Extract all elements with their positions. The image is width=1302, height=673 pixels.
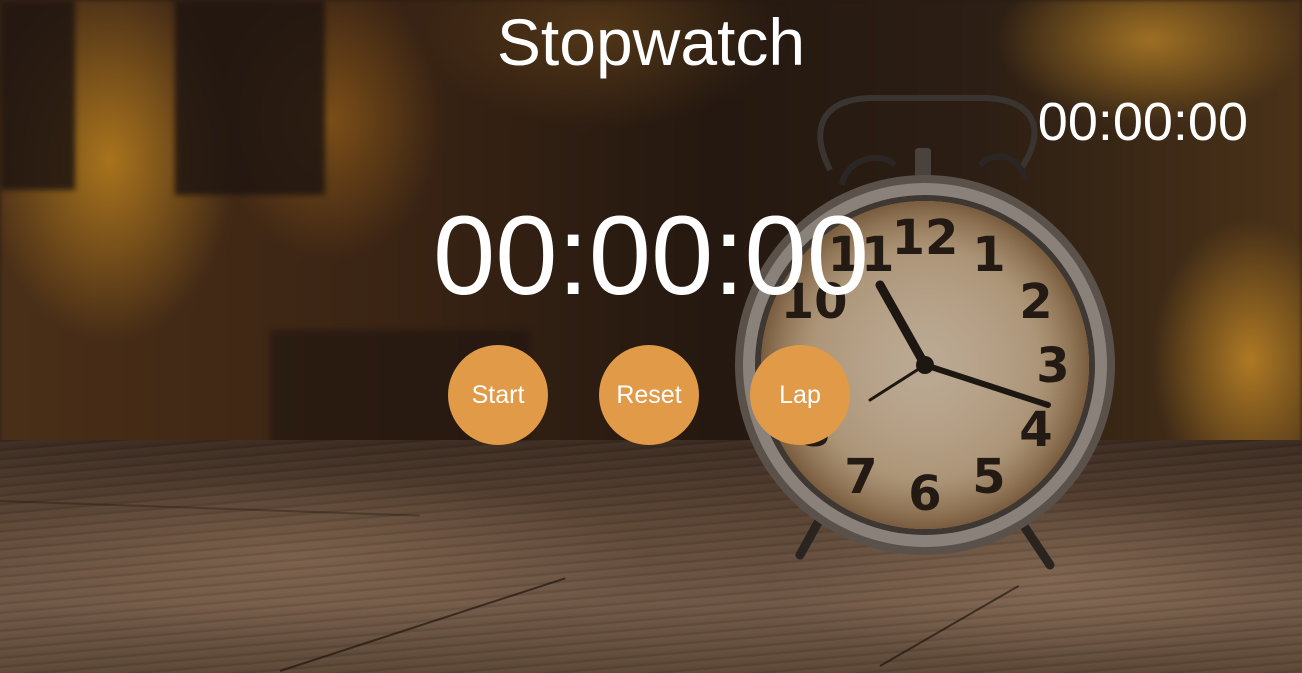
main-time-display: 00:00:00 bbox=[433, 193, 869, 318]
clock-numeral: 3 bbox=[1036, 338, 1069, 394]
clock-numeral: 4 bbox=[1019, 402, 1052, 458]
wood-crack bbox=[279, 577, 566, 672]
clock-numeral: 7 bbox=[844, 449, 877, 505]
reset-button[interactable]: Reset bbox=[599, 345, 699, 445]
start-button[interactable]: Start bbox=[448, 345, 548, 445]
wood-crack bbox=[879, 585, 1020, 667]
page-title: Stopwatch bbox=[496, 5, 806, 79]
alarm-clock-image: 121234567891011 bbox=[720, 90, 1140, 580]
stopwatch-app: 121234567891011 Stopwatch 00:00:00 00:00… bbox=[0, 0, 1302, 673]
lap-time-display: 00:00:00 bbox=[1037, 92, 1248, 152]
clock-numeral: 5 bbox=[972, 449, 1005, 505]
alarm-clock-icon: 121234567891011 bbox=[735, 95, 1115, 570]
clock-numeral: 6 bbox=[908, 466, 941, 522]
wood-grain bbox=[0, 500, 420, 517]
lap-button[interactable]: Lap bbox=[750, 345, 850, 445]
control-buttons: Start Reset Lap bbox=[448, 345, 850, 445]
